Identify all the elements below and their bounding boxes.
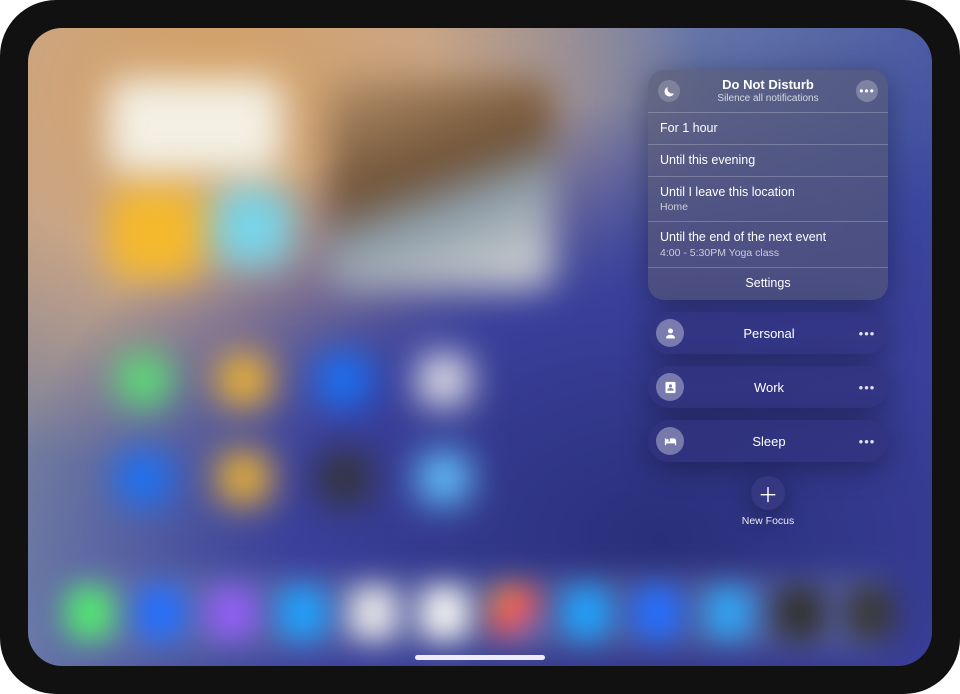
person-icon: [656, 319, 684, 347]
dnd-option-next-event[interactable]: Until the end of the next event 4:00 - 5…: [648, 221, 888, 267]
home-indicator[interactable]: [415, 655, 545, 660]
focus-mode-personal[interactable]: Personal •••: [648, 312, 888, 354]
dnd-title: Do Not Disturb: [688, 78, 848, 93]
dnd-option-sublabel: 4:00 - 5:30PM Yoga class: [660, 247, 876, 260]
do-not-disturb-card: Do Not Disturb Silence all notifications…: [648, 70, 888, 300]
new-focus: ＋ New Focus: [648, 476, 888, 527]
dnd-option-evening[interactable]: Until this evening: [648, 144, 888, 176]
dnd-settings-button[interactable]: Settings: [648, 267, 888, 300]
ipad-screen: Do Not Disturb Silence all notifications…: [28, 28, 932, 666]
dock: [65, 574, 895, 652]
dnd-option-label: For 1 hour: [660, 121, 876, 137]
focus-mode-label: Sleep: [684, 434, 854, 449]
plus-icon: ＋: [758, 479, 778, 508]
dnd-option-label: Until this evening: [660, 153, 876, 169]
focus-mode-sleep[interactable]: Sleep •••: [648, 420, 888, 462]
dnd-option-label: Until I leave this location: [660, 185, 876, 201]
focus-mode-more-button[interactable]: •••: [854, 434, 880, 449]
new-focus-button[interactable]: ＋: [751, 476, 785, 510]
dnd-option-leave-location[interactable]: Until I leave this location Home: [648, 176, 888, 222]
moon-icon: [658, 80, 680, 102]
focus-mode-work[interactable]: Work •••: [648, 366, 888, 408]
focus-mode-label: Work: [684, 380, 854, 395]
dnd-more-button[interactable]: •••: [856, 80, 878, 102]
focus-mode-more-button[interactable]: •••: [854, 326, 880, 341]
new-focus-label: New Focus: [648, 515, 888, 527]
ipad-frame: Do Not Disturb Silence all notifications…: [0, 0, 960, 694]
focus-overlay: Do Not Disturb Silence all notifications…: [648, 70, 888, 527]
dnd-option-label: Until the end of the next event: [660, 230, 876, 246]
badge-icon: [656, 373, 684, 401]
dnd-header[interactable]: Do Not Disturb Silence all notifications…: [648, 70, 888, 112]
dnd-option-sublabel: Home: [660, 201, 876, 214]
bed-icon: [656, 427, 684, 455]
focus-mode-label: Personal: [684, 326, 854, 341]
dnd-option-1hour[interactable]: For 1 hour: [648, 112, 888, 144]
focus-mode-more-button[interactable]: •••: [854, 380, 880, 395]
dnd-subtitle: Silence all notifications: [688, 93, 848, 105]
